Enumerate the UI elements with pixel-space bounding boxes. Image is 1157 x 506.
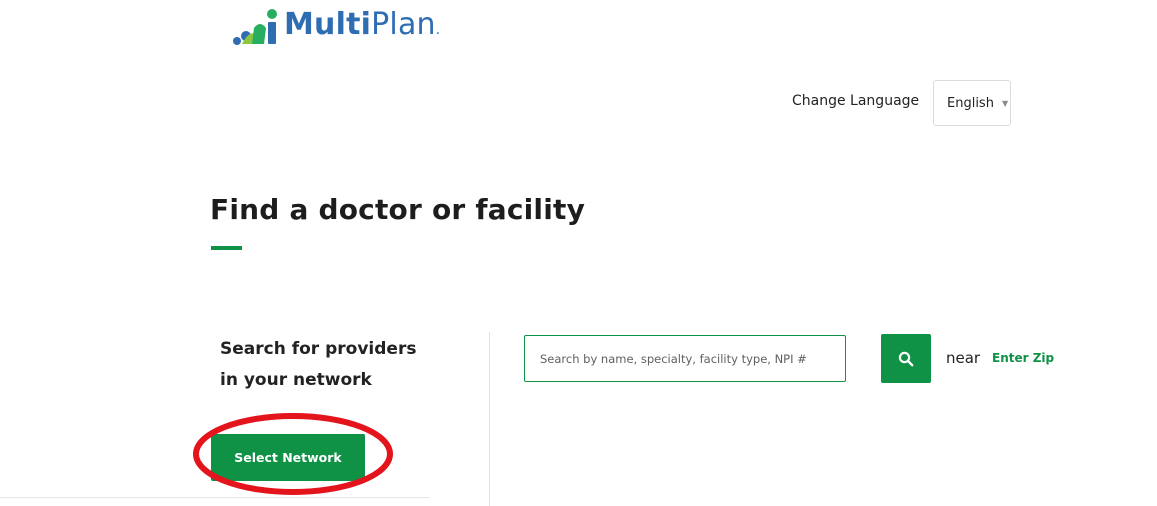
search-icon <box>898 351 914 366</box>
network-panel-heading-line-2: in your network <box>220 370 372 390</box>
near-label: near <box>946 349 981 367</box>
cropped-element-fragment <box>432 500 462 506</box>
language-select[interactable]: English ▼ <box>933 80 1011 126</box>
vertical-divider <box>489 332 490 506</box>
multiplan-logo[interactable]: MultiPlan. <box>230 6 440 48</box>
logo-wordmark: MultiPlan. <box>284 4 440 51</box>
logo-wordmark-dot: . <box>435 21 441 38</box>
network-panel-heading: Search for providers in your network <box>220 334 460 396</box>
multiplan-logo-mark-icon <box>230 6 282 48</box>
search-button[interactable] <box>881 334 931 383</box>
title-underline <box>211 246 242 250</box>
bottom-divider <box>0 497 430 498</box>
language-select-value: English <box>947 95 994 111</box>
logo-wordmark-bold: Multi <box>284 6 372 42</box>
chevron-down-icon: ▼ <box>1001 98 1009 108</box>
provider-search-input[interactable] <box>524 335 846 382</box>
select-network-button[interactable]: Select Network <box>211 434 365 481</box>
network-panel-heading-line-1: Search for providers <box>220 339 417 359</box>
enter-zip-link[interactable]: Enter Zip <box>992 351 1054 365</box>
logo-wordmark-light: Plan <box>371 6 436 42</box>
page-title: Find a doctor or facility <box>210 193 586 226</box>
change-language-label: Change Language <box>792 93 920 109</box>
